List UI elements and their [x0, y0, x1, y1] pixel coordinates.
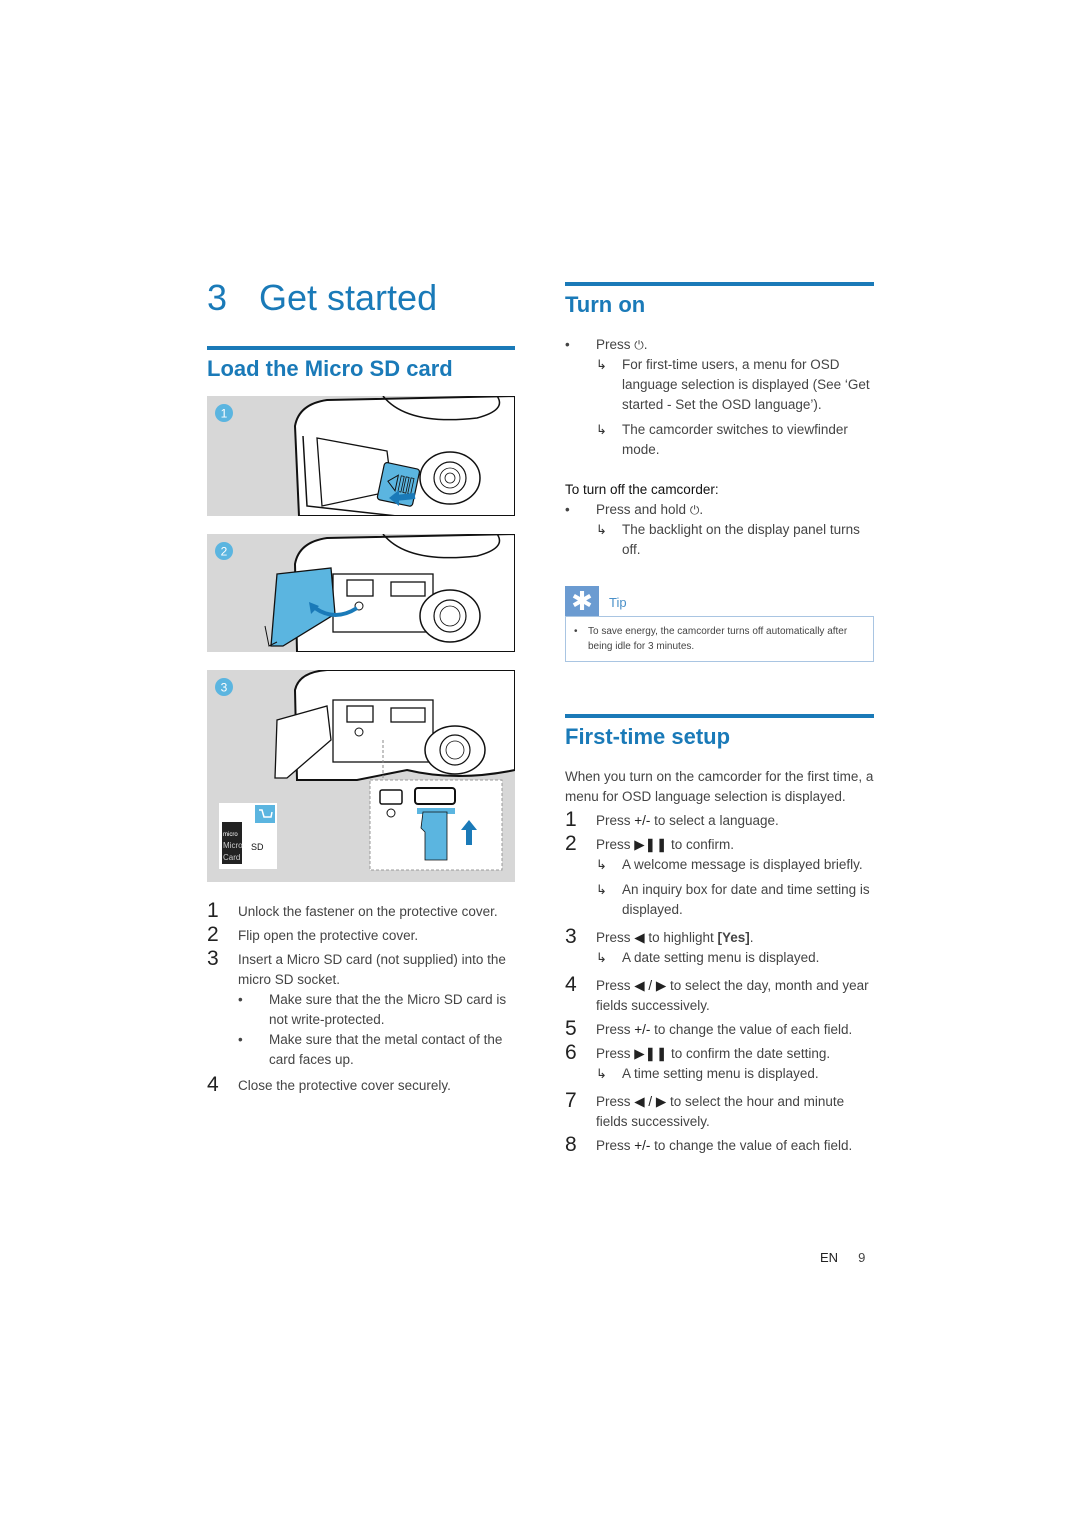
first-time-steps: 1 Press +/- to select a language. 2 Press ▶… — [565, 808, 874, 1156]
tip-asterisk-icon: ✱ — [565, 586, 599, 616]
step-badge-2-label: 2 — [221, 545, 228, 559]
key-glyph: ◀ — [634, 930, 645, 945]
card-logo-line2: Micro — [223, 841, 243, 850]
step-badge-1-label: 1 — [221, 407, 228, 421]
step-number: 8 — [565, 1133, 577, 1156]
tip-label: Tip — [609, 595, 627, 610]
section-title-load: Load the Micro SD card — [207, 356, 453, 381]
right-column: Turn on • Press ⏻. ↳ For first-time users,… — [565, 270, 874, 1156]
step-badge-3-label: 3 — [221, 681, 228, 695]
page-footer: EN 9 — [820, 1250, 865, 1265]
figure-step-1: 1 — [207, 396, 515, 516]
step-bullet: • Make sure that the metal contact of the… — [238, 1032, 503, 1067]
setup-step: 7 Press ◀ / ▶ to select the hour and minu… — [565, 1089, 845, 1130]
setup-step: 4 Press ◀ / ▶ to select the day, month an… — [565, 973, 869, 1014]
step-number: 4 — [207, 1073, 219, 1096]
camcorder-illustration-2: 2 — [207, 534, 515, 652]
step-bullet: • Make sure that the the Micro SD card is… — [238, 992, 507, 1027]
footer-language: EN — [820, 1250, 839, 1265]
card-logo-line1: micro — [223, 832, 238, 838]
section-rule — [565, 282, 874, 286]
setup-step: 2 Press ▶❚❚ to confirm. ↳ A welcome message… — [565, 832, 874, 920]
tip-box: ✱ Tip • To save energy, the camcorder tur… — [565, 586, 874, 662]
load-step: 3 Insert a Micro SD card (not supplied) … — [207, 947, 515, 1070]
section-rule — [565, 714, 874, 718]
load-step: 1 Unlock the fastener on the protective … — [207, 899, 515, 922]
figure-step-2: 2 — [207, 534, 515, 652]
key-glyph: +/- — [634, 1138, 651, 1153]
key-glyph: +/- — [634, 813, 651, 828]
result-line: ↳ A welcome message is displayed briefly. — [596, 855, 874, 875]
step-number: 3 — [207, 947, 219, 970]
page-number: 9 — [858, 1250, 866, 1265]
result-arrow-icon: ↳ — [596, 357, 607, 372]
step-number: 2 — [207, 923, 219, 946]
result-arrow-icon: ↳ — [596, 1066, 607, 1081]
chapter-title: 3 Get started — [207, 270, 515, 332]
key-glyph: ▶❚❚ — [634, 837, 668, 852]
key-glyph: ▶❚❚ — [634, 1046, 668, 1061]
step-text: Flip open the protective cover. — [238, 928, 419, 943]
chapter-number: 3 — [207, 277, 228, 318]
card-logo-suffix: SD — [251, 842, 264, 852]
result-arrow-icon: ↳ — [596, 522, 607, 537]
card-logo-line3: Card — [223, 853, 240, 862]
turn-off-label: To turn off the camcorder: — [565, 482, 719, 497]
result-line: ↳ A time setting menu is displayed. — [596, 1064, 874, 1084]
section-title-turn-on: Turn on — [565, 292, 646, 317]
step-number: 1 — [565, 808, 577, 831]
key-glyph: ◀ / ▶ — [634, 1094, 667, 1109]
section-title-first-time-setup: First-time setup — [565, 724, 731, 749]
result-arrow-icon: ↳ — [596, 857, 607, 872]
first-time-intro: When you turn on the camcorder for the f… — [565, 769, 874, 804]
camcorder-illustration-1: 1 — [207, 396, 515, 516]
step-number: 3 — [565, 925, 577, 948]
setup-step: 6 Press ▶❚❚ to confirm the date setting. ↳… — [565, 1041, 874, 1084]
figure-step-3: micro Micro Card SD 3 — [207, 670, 515, 882]
tip-text: • To save energy, the camcorder turns off… — [574, 626, 848, 652]
turn-off-bullet: • Press and hold ⏻. — [565, 502, 704, 517]
step-number: 2 — [565, 832, 577, 855]
left-column: 3 Get started Load the Micro SD card 1 2… — [207, 270, 515, 1096]
result-line: ↳ The camcorder switches to viewfinder mo… — [596, 422, 848, 457]
power-icon: ⏻ — [689, 503, 700, 517]
turn-on-bullet: • Press ⏻. — [565, 337, 648, 352]
power-icon: ⏻ — [634, 338, 644, 352]
setup-step: 1 Press +/- to select a language. — [565, 808, 779, 831]
setup-step: 5 Press +/- to change the value of each f… — [565, 1017, 853, 1040]
section-rule — [207, 346, 515, 350]
step-text: Unlock the fastener on the protective co… — [238, 904, 498, 919]
camcorder-illustration-3: micro Micro Card SD 3 — [207, 670, 515, 882]
setup-step: 3 Press ◀ to highlight [Yes]. ↳ A date sett… — [565, 925, 874, 968]
key-glyph: +/- — [634, 1022, 651, 1037]
option-yes: [Yes] — [717, 930, 750, 945]
load-step: 4 Close the protective cover securely. — [207, 1073, 515, 1096]
step-number: 1 — [207, 899, 219, 922]
step-text: Insert a Micro SD card (not supplied) in… — [238, 952, 506, 987]
result-line: ↳ An inquiry box for date and time settin… — [596, 882, 870, 917]
load-step: 2 Flip open the protective cover. — [207, 923, 515, 946]
result-line: ↳ A date setting menu is displayed. — [596, 948, 874, 968]
step-number: 5 — [565, 1017, 577, 1040]
turn-on-instructions: • Press ⏻. ↳ For first-time users, a menu … — [565, 335, 874, 560]
load-steps: 1 Unlock the fastener on the protective … — [207, 899, 515, 1096]
result-arrow-icon: ↳ — [596, 950, 607, 965]
step-number: 7 — [565, 1089, 577, 1112]
result-line: ↳ For first-time users, a menu for OSD la… — [596, 357, 870, 412]
key-glyph: ◀ / ▶ — [634, 978, 667, 993]
result-line: ↳ The backlight on the display panel turn… — [596, 522, 860, 557]
result-arrow-icon: ↳ — [596, 882, 607, 897]
step-text: Close the protective cover securely. — [238, 1078, 451, 1093]
chapter-title-text: Get started — [259, 277, 438, 318]
step-number: 6 — [565, 1041, 577, 1064]
step-number: 4 — [565, 973, 577, 996]
setup-step: 8 Press +/- to change the value of each f… — [565, 1133, 853, 1156]
result-arrow-icon: ↳ — [596, 422, 607, 437]
